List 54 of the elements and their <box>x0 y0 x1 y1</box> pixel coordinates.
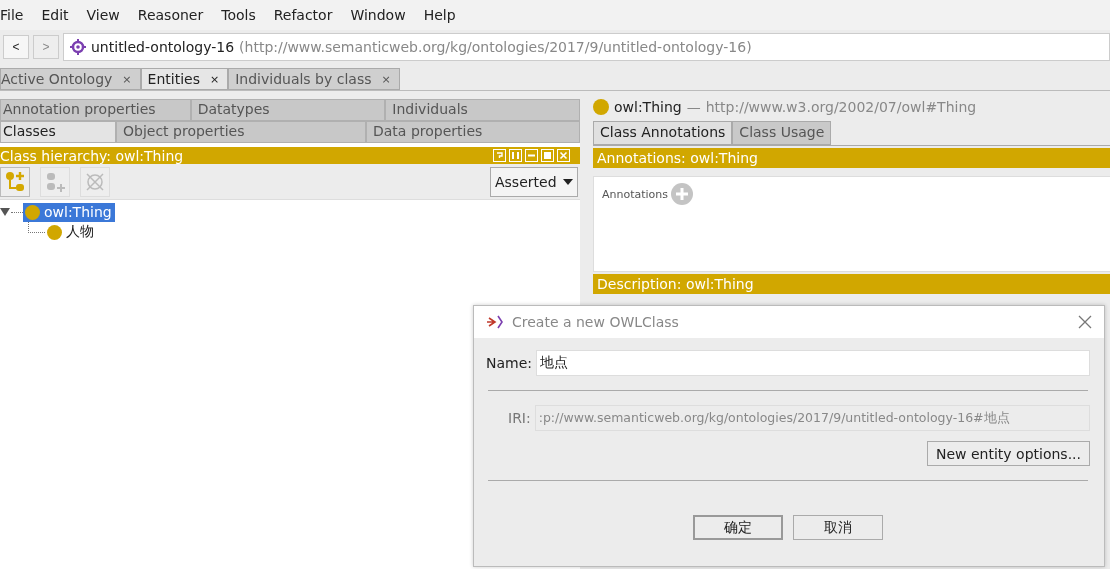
class-tree-add-icon <box>3 169 27 194</box>
menu-item[interactable]: Help <box>423 7 466 23</box>
menu-item[interactable]: View <box>86 7 130 23</box>
tree-item[interactable]: owl:Thing <box>23 202 115 222</box>
back-button[interactable]: < <box>3 35 29 59</box>
entity-tab[interactable]: Classes <box>0 121 116 143</box>
menu-item[interactable]: Refactor <box>273 7 343 23</box>
tree-item[interactable]: 人物 <box>45 222 97 242</box>
entity-tab[interactable]: Datatypes <box>190 99 386 121</box>
ontology-icon <box>70 39 86 55</box>
hierarchy-mode-dropdown[interactable]: Asserted <box>490 166 578 197</box>
panel-title: Class hierarchy: owl:Thing <box>0 147 184 164</box>
add-icon[interactable] <box>671 183 694 205</box>
panel-title: Annotations: owl:Thing <box>597 150 758 166</box>
menu-item[interactable]: Edit <box>41 7 79 23</box>
view-tab[interactable]: Class Usage <box>732 121 832 145</box>
entity-tab[interactable]: Data properties <box>366 121 580 143</box>
menu-item[interactable]: File <box>0 7 34 23</box>
ontology-iri: (http://www.semanticweb.org/kg/ontologies/2017/9/untitled-ontology-16) <box>239 39 752 55</box>
ok-button[interactable]: 确定 <box>693 515 783 540</box>
panel-control-icon[interactable] <box>525 149 538 162</box>
menu-item[interactable]: Reasoner <box>137 7 214 23</box>
panel-control-icon[interactable] <box>541 149 554 162</box>
app-icon <box>486 314 504 330</box>
workspace-tab[interactable]: Active Ontology × <box>0 68 141 90</box>
entity-tab[interactable]: Individuals <box>385 99 580 121</box>
new-entity-options-button[interactable]: New entity options... <box>927 441 1090 466</box>
menu-item[interactable]: Tools <box>221 7 266 23</box>
caret-icon <box>563 178 573 185</box>
cancel-button[interactable]: 取消 <box>793 515 883 540</box>
dash-separator: — <box>686 99 701 115</box>
class-icon <box>593 99 609 115</box>
iri-label: IRI: <box>508 410 531 426</box>
entity-tab[interactable]: Object properties <box>116 121 366 143</box>
panel-control-icon[interactable] <box>509 149 522 162</box>
entity-tab[interactable]: Annotation properties <box>0 99 191 121</box>
panel-control-icon[interactable] <box>493 149 506 162</box>
entity-name: owl:Thing <box>614 99 682 115</box>
annotations-label: Annotations <box>602 188 669 201</box>
name-label: Name: <box>486 355 533 371</box>
close-icon[interactable] <box>1078 315 1092 329</box>
add-subclass-button[interactable] <box>0 166 30 197</box>
ontology-address-bar[interactable]: untitled-ontology-16 (http://www.semanticweb.org/kg/ontologies/2017/9/untitled-ontology-16) <box>63 33 1110 61</box>
expand-toggle-icon[interactable] <box>0 207 10 217</box>
ontology-name: untitled-ontology-16 <box>91 39 235 55</box>
panel-control-icon[interactable] <box>557 149 570 162</box>
workspace-tab[interactable]: Entities × <box>140 68 229 90</box>
view-tab[interactable]: Class Annotations <box>593 121 733 145</box>
menu-item[interactable]: Window <box>350 7 416 23</box>
name-field[interactable]: 地点 <box>536 350 1090 376</box>
dialog-title: Create a new OWLClass <box>512 314 679 330</box>
workspace-tab[interactable]: Individuals by class × <box>228 68 400 90</box>
entity-iri: http://www.w3.org/2002/07/owl#Thing <box>705 99 977 115</box>
panel-title: Description: owl:Thing <box>597 276 754 292</box>
